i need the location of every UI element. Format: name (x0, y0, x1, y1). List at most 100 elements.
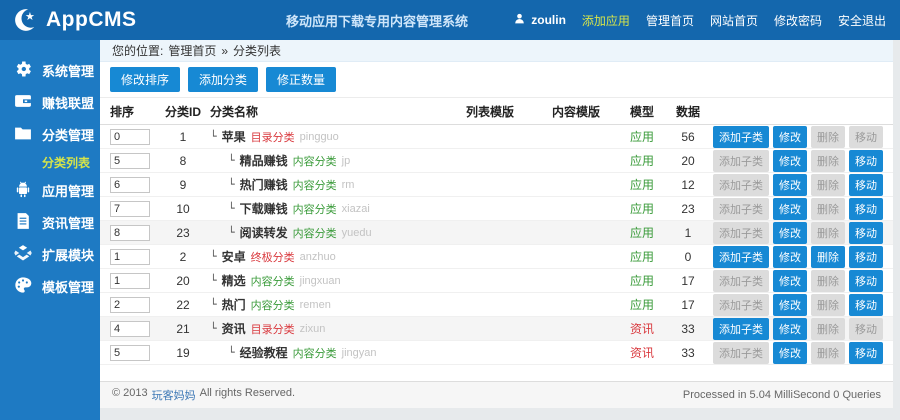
delete-button[interactable]: 删除 (811, 245, 845, 268)
table-row: 2 └ 安卓 终极分类 anzhuo 应用 0 添加子类 修改 删除 移动 (100, 245, 893, 269)
nav-add-app[interactable]: 添加应用 (582, 12, 630, 29)
sort-input[interactable] (110, 272, 150, 289)
add-child-button: 添加子类 (713, 293, 769, 316)
add-child-button: 添加子类 (713, 269, 769, 292)
sort-input[interactable] (110, 248, 150, 265)
edit-button[interactable]: 修改 (773, 149, 807, 172)
nav-logout[interactable]: 安全退出 (838, 12, 886, 29)
move-button[interactable]: 移动 (849, 341, 883, 364)
sidebar-item-extensions[interactable]: 扩展模块 (0, 238, 100, 270)
edit-button[interactable]: 修改 (773, 293, 807, 316)
sort-input[interactable] (110, 200, 150, 217)
copyright-link[interactable]: 玩客妈妈 (152, 387, 196, 403)
category-id: 9 (179, 177, 187, 192)
tree-branch-icon: └ (228, 226, 235, 239)
data-count: 33 (681, 321, 695, 336)
edit-button[interactable]: 修改 (773, 125, 807, 148)
edit-button[interactable]: 修改 (773, 317, 807, 340)
category-name: 阅读转发 (239, 226, 288, 240)
add-child-button: 添加子类 (713, 149, 769, 172)
nav-change-password[interactable]: 修改密码 (774, 12, 822, 29)
move-button[interactable]: 移动 (849, 293, 883, 316)
category-name-cell: └ 精品赚钱 内容分类 jp (204, 152, 447, 169)
row-actions: 添加子类 修改 删除 移动 (711, 317, 883, 340)
category-name-cell: └ 热门 内容分类 remen (204, 296, 447, 313)
user-menu[interactable]: zoulin (513, 12, 566, 28)
category-type-label: 内容分类 (250, 275, 295, 288)
move-button[interactable]: 移动 (849, 221, 883, 244)
nav-site-home[interactable]: 网站首页 (710, 12, 758, 29)
model-label: 应用 (629, 226, 654, 240)
delete-button: 删除 (811, 293, 845, 316)
breadcrumb-home-link[interactable]: 管理首页 (168, 42, 216, 59)
column-header-sort: 排序 (110, 104, 135, 119)
add-category-button[interactable]: 添加分类 (188, 67, 259, 92)
sidebar-item-apps[interactable]: 应用管理 (0, 174, 100, 206)
sort-input[interactable] (110, 296, 150, 313)
tree-branch-icon: └ (228, 202, 235, 215)
sort-input[interactable] (110, 152, 150, 169)
sort-input[interactable] (110, 128, 150, 145)
category-name: 资讯 (221, 322, 246, 336)
move-button: 移动 (849, 125, 883, 148)
sidebar-item-categories[interactable]: 分类管理 (0, 118, 100, 150)
move-button[interactable]: 移动 (849, 245, 883, 268)
edit-button[interactable]: 修改 (773, 221, 807, 244)
sort-input[interactable] (110, 320, 150, 337)
sidebar-item-system[interactable]: 系统管理 (0, 54, 100, 86)
copyright-prefix: © 2013 (112, 387, 148, 399)
data-count: 33 (681, 345, 695, 360)
sidebar-item-label: 赚钱联盟 (42, 95, 95, 111)
sort-input[interactable] (110, 344, 150, 361)
row-actions: 添加子类 修改 删除 移动 (711, 221, 883, 244)
copyright-suffix: All rights Reserved. (199, 387, 296, 399)
data-count: 17 (681, 273, 695, 288)
move-button[interactable]: 移动 (849, 269, 883, 292)
category-type-label: 内容分类 (292, 155, 337, 168)
category-name: 精选 (221, 274, 246, 288)
category-pinyin: xiazai (341, 202, 370, 215)
edit-button[interactable]: 修改 (773, 173, 807, 196)
add-child-button[interactable]: 添加子类 (713, 125, 769, 148)
category-type-label: 内容分类 (250, 299, 295, 312)
username: zoulin (531, 13, 566, 27)
delete-button: 删除 (811, 173, 845, 196)
delete-button: 删除 (811, 341, 845, 364)
sidebar-item-news[interactable]: 资讯管理 (0, 206, 100, 238)
sort-input[interactable] (110, 176, 150, 193)
edit-button[interactable]: 修改 (773, 197, 807, 220)
edit-button[interactable]: 修改 (773, 245, 807, 268)
fix-count-button[interactable]: 修正数量 (266, 67, 337, 92)
breadcrumb-separator: » (221, 43, 229, 58)
category-id: 20 (176, 273, 190, 288)
add-child-button: 添加子类 (713, 341, 769, 364)
add-child-button: 添加子类 (713, 197, 769, 220)
data-count: 56 (681, 129, 695, 144)
move-button[interactable]: 移动 (849, 149, 883, 172)
sidebar-item-money-alliance[interactable]: 赚钱联盟 (0, 86, 100, 118)
table-row: 22 └ 热门 内容分类 remen 应用 17 添加子类 修改 删除 移动 (100, 293, 893, 317)
move-button[interactable]: 移动 (849, 197, 883, 220)
category-pinyin: yuedu (341, 226, 372, 239)
delete-button: 删除 (811, 269, 845, 292)
model-label: 应用 (629, 154, 654, 168)
category-name-cell: └ 精选 内容分类 jingxuan (204, 272, 447, 289)
move-button[interactable]: 移动 (849, 173, 883, 196)
add-child-button[interactable]: 添加子类 (713, 245, 769, 268)
category-id: 8 (179, 153, 187, 168)
nav-admin-home[interactable]: 管理首页 (646, 12, 694, 29)
sidebar: 系统管理 赚钱联盟 分类管理 分类列表 应用管理 资讯管理 扩展模块 模板管理 (0, 40, 100, 420)
box-icon (13, 243, 33, 266)
table-row: 8 └ 精品赚钱 内容分类 jp 应用 20 添加子类 修改 删除 移动 (100, 149, 893, 173)
category-id: 21 (176, 321, 190, 336)
edit-button[interactable]: 修改 (773, 341, 807, 364)
edit-sort-button[interactable]: 修改排序 (110, 67, 181, 92)
add-child-button[interactable]: 添加子类 (713, 317, 769, 340)
tree-branch-icon: └ (228, 178, 235, 191)
category-type-label: 内容分类 (292, 179, 337, 192)
sidebar-subitem-category-list[interactable]: 分类列表 (0, 150, 100, 174)
sidebar-item-templates[interactable]: 模板管理 (0, 270, 100, 302)
row-actions: 添加子类 修改 删除 移动 (711, 197, 883, 220)
sort-input[interactable] (110, 224, 150, 241)
edit-button[interactable]: 修改 (773, 269, 807, 292)
